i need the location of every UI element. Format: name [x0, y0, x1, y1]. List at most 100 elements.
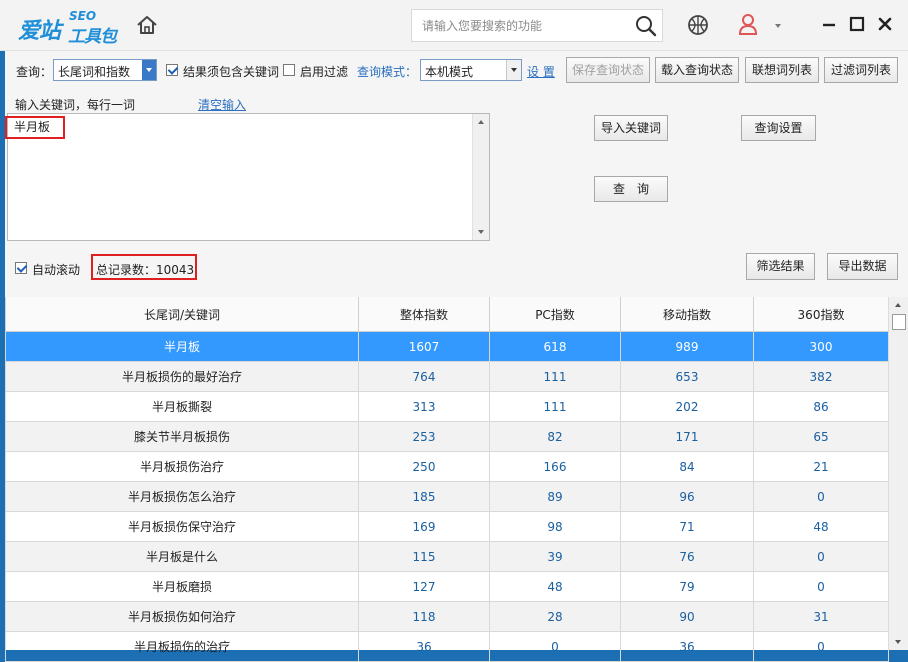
cell-keyword: 半月板撕裂 — [5, 391, 359, 422]
query-button[interactable]: 查 询 — [594, 176, 668, 202]
cell-pc: 111 — [489, 361, 621, 392]
cell-mobile: 90 — [620, 601, 754, 632]
cell-overall: 250 — [358, 451, 490, 482]
cell-mobile: 653 — [620, 361, 754, 392]
cell-overall: 313 — [358, 391, 490, 422]
cell-360: 48 — [753, 511, 889, 542]
must-contain-checkbox[interactable] — [166, 64, 178, 76]
auto-scroll-label: 自动滚动 — [32, 263, 81, 277]
table-row[interactable]: 半月板损伤保守治疗 169 98 71 48 — [5, 511, 889, 542]
mode-value: 本机模式 — [425, 65, 474, 79]
query-settings-button[interactable]: 查询设置 — [741, 115, 816, 141]
table-row[interactable]: 半月板损伤治疗 250 166 84 21 — [5, 451, 889, 482]
cell-360: 86 — [753, 391, 889, 422]
cell-keyword: 半月板损伤的最好治疗 — [5, 361, 359, 392]
cell-overall: 118 — [358, 601, 490, 632]
minimize-icon[interactable] — [820, 14, 838, 34]
cell-pc: 618 — [489, 331, 621, 362]
export-data-button[interactable]: 导出数据 — [827, 253, 898, 280]
user-icon[interactable] — [737, 13, 759, 37]
cell-mobile: 79 — [620, 571, 754, 602]
table-row[interactable]: 半月板损伤的治疗 36 0 36 0 — [5, 631, 889, 662]
cell-mobile: 76 — [620, 541, 754, 572]
cell-keyword: 半月板损伤治疗 — [5, 451, 359, 482]
cell-keyword: 半月板是什么 — [5, 541, 359, 572]
cell-mobile: 989 — [620, 331, 754, 362]
basketball-icon[interactable] — [687, 14, 709, 36]
scrollbar-thumb[interactable] — [892, 314, 906, 330]
cell-360: 0 — [753, 631, 889, 662]
cell-keyword: 半月板损伤怎么治疗 — [5, 481, 359, 512]
cell-overall: 253 — [358, 421, 490, 452]
cell-keyword: 半月板损伤的治疗 — [5, 631, 359, 662]
table-header-row: 长尾词/关键词 整体指数 PC指数 移动指数 360指数 — [5, 297, 889, 332]
search-icon[interactable] — [634, 14, 658, 38]
keyword-textarea[interactable]: 半月板 — [7, 113, 490, 241]
assoc-list-button[interactable]: 联想词列表 — [745, 57, 819, 83]
results-table: 长尾词/关键词 整体指数 PC指数 移动指数 360指数 半月板 1607 61… — [5, 297, 889, 662]
cell-mobile: 36 — [620, 631, 754, 662]
cell-360: 382 — [753, 361, 889, 392]
chevron-down-icon[interactable] — [773, 20, 783, 30]
table-row[interactable]: 半月板损伤如何治疗 118 28 90 31 — [5, 601, 889, 632]
cell-keyword: 半月板 — [5, 331, 359, 362]
table-row[interactable]: 半月板磨损 127 48 79 0 — [5, 571, 889, 602]
search-input[interactable] — [422, 17, 622, 35]
cell-pc: 166 — [489, 451, 621, 482]
query-type-select[interactable]: 长尾词和指数 — [53, 59, 157, 81]
table-row[interactable]: 半月板损伤的最好治疗 764 111 653 382 — [5, 361, 889, 392]
load-state-button[interactable]: 载入查询状态 — [655, 57, 739, 83]
column-header-mobile[interactable]: 移动指数 — [620, 297, 754, 332]
main-panel: 查询： 长尾词和指数 结果须包含关键词 启用过滤 查询模式： 本机模式 设 置 … — [5, 51, 908, 662]
import-keywords-button[interactable]: 导入关键词 — [594, 115, 668, 141]
mode-select[interactable]: 本机模式 — [420, 59, 522, 81]
cell-overall: 185 — [358, 481, 490, 512]
cell-keyword: 半月板损伤保守治疗 — [5, 511, 359, 542]
clear-input-link[interactable]: 清空输入 — [198, 96, 246, 113]
table-row[interactable]: 半月板 1607 618 989 300 — [5, 331, 889, 362]
cell-360: 0 — [753, 541, 889, 572]
auto-scroll-checkbox[interactable] — [15, 262, 27, 274]
chevron-down-icon — [506, 60, 521, 80]
maximize-icon[interactable] — [848, 14, 866, 34]
cell-360: 0 — [753, 481, 889, 512]
table-scrollbar[interactable] — [888, 297, 908, 650]
cell-keyword: 半月板磨损 — [5, 571, 359, 602]
cell-mobile: 84 — [620, 451, 754, 482]
cell-360: 21 — [753, 451, 889, 482]
cell-pc: 28 — [489, 601, 621, 632]
cell-keyword: 膝关节半月板损伤 — [5, 421, 359, 452]
cell-keyword: 半月板损伤如何治疗 — [5, 601, 359, 632]
close-icon[interactable] — [876, 14, 894, 34]
column-header-pc[interactable]: PC指数 — [489, 297, 621, 332]
table-row[interactable]: 膝关节半月板损伤 253 82 171 65 — [5, 421, 889, 452]
cell-360: 31 — [753, 601, 889, 632]
input-hint: 输入关键词，每行一词 — [15, 98, 136, 112]
table-row[interactable]: 半月板撕裂 313 111 202 86 — [5, 391, 889, 422]
textarea-scrollbar[interactable] — [472, 114, 489, 240]
cell-overall: 115 — [358, 541, 490, 572]
column-header-keyword[interactable]: 长尾词/关键词 — [5, 297, 359, 332]
cell-pc: 89 — [489, 481, 621, 512]
settings-link[interactable]: 设 置 — [527, 63, 555, 80]
table-row[interactable]: 半月板损伤怎么治疗 185 89 96 0 — [5, 481, 889, 512]
chevron-down-icon — [142, 60, 156, 80]
cell-mobile: 96 — [620, 481, 754, 512]
table-row[interactable]: 半月板是什么 115 39 76 0 — [5, 541, 889, 572]
column-header-overall[interactable]: 整体指数 — [358, 297, 490, 332]
save-state-button[interactable]: 保存查询状态 — [566, 57, 650, 83]
home-icon[interactable] — [134, 13, 160, 37]
logo-seo-text: SEO — [69, 9, 97, 23]
filter-checkbox[interactable] — [283, 64, 295, 76]
cell-pc: 82 — [489, 421, 621, 452]
cell-pc: 48 — [489, 571, 621, 602]
filter-results-button[interactable]: 筛选结果 — [746, 253, 815, 280]
app-logo: 爱站 SEO 工具包 — [18, 9, 118, 47]
cell-mobile: 171 — [620, 421, 754, 452]
keyword-highlight — [5, 116, 65, 139]
cell-360: 300 — [753, 331, 889, 362]
cell-overall: 36 — [358, 631, 490, 662]
filter-list-button[interactable]: 过滤词列表 — [824, 57, 898, 83]
must-contain-label: 结果须包含关键词 — [183, 65, 280, 79]
column-header-360[interactable]: 360指数 — [753, 297, 889, 332]
